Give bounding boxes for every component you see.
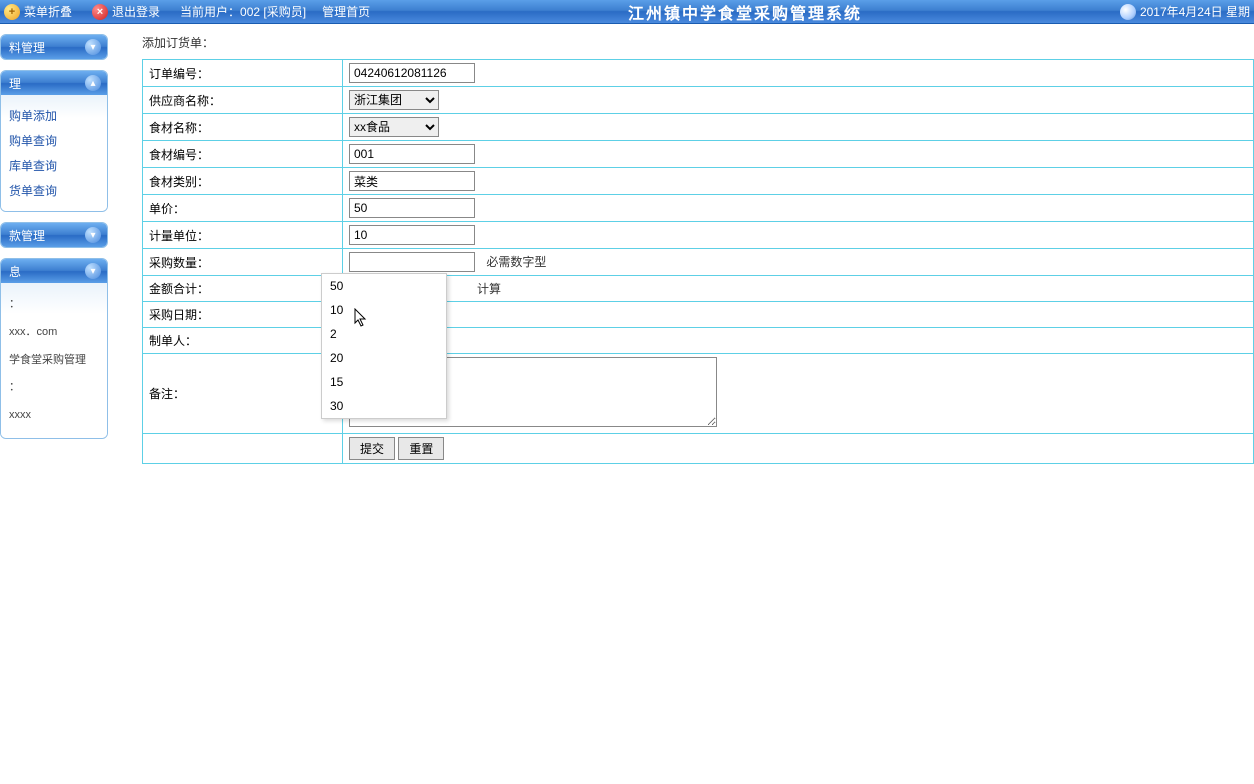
unit-input[interactable] [349, 225, 475, 245]
label-unit-price: 单价： [143, 195, 343, 222]
unit-price-input[interactable] [349, 198, 475, 218]
autocomplete-option[interactable]: 2 [322, 322, 446, 346]
label-remark: 备注： [143, 354, 343, 434]
autocomplete-option[interactable]: 10 [322, 298, 446, 322]
logout-button[interactable]: × 退出登录 [92, 3, 160, 20]
info-line: 学食堂采购管理 [7, 347, 101, 375]
sidebar-item[interactable]: 货单查询 [7, 178, 101, 203]
label-order-no: 订单编号： [143, 60, 343, 87]
date-label: 2017年4月24日 星期 [1140, 3, 1250, 20]
sidebar-panel-manage: 理 ▴ 购单添加 购单查询 库单查询 货单查询 [0, 70, 108, 212]
supplier-select[interactable]: 浙江集团 [349, 90, 439, 110]
topbar: + 菜单折叠 × 退出登录 当前用户：002 [采购员] 管理首页 江州镇中学食… [0, 0, 1254, 24]
autocomplete-option[interactable]: 20 [322, 346, 446, 370]
reset-button[interactable]: 重置 [398, 437, 444, 460]
info-line: xxx．com [7, 319, 101, 347]
qty-hint: 必需数字型 [486, 255, 546, 269]
label-qty: 采购数量： [143, 249, 343, 276]
food-no-input[interactable] [349, 144, 475, 164]
order-form: 订单编号： 供应商名称： 浙江集团 食材名称： xx食品 食材编号： 食材类别：… [142, 59, 1254, 464]
sidebar-panel-material: 料管理 ▾ [0, 34, 108, 60]
panel-title: 理 [9, 75, 21, 92]
autocomplete-option[interactable]: 15 [322, 370, 446, 394]
qty-autocomplete: 50 10 2 20 15 30 [321, 273, 447, 419]
chevron-down-icon: ▾ [85, 227, 101, 243]
chevron-down-icon: ▾ [85, 263, 101, 279]
label-food-no: 食材编号： [143, 141, 343, 168]
current-user-label: 当前用户：002 [采购员] [180, 3, 306, 20]
menu-toggle-button[interactable]: + 菜单折叠 [4, 3, 72, 20]
page-title: 添加订货单： [142, 34, 1254, 51]
food-name-select[interactable]: xx食品 [349, 117, 439, 137]
disc-icon [1120, 4, 1136, 20]
sidebar-item[interactable]: 购单查询 [7, 128, 101, 153]
qty-input[interactable] [349, 252, 475, 272]
sidebar-panel-info: 息 ▾ ： xxx．com 学食堂采购管理 ： xxxx [0, 258, 108, 439]
autocomplete-option[interactable]: 30 [322, 394, 446, 418]
label-purchase-date: 采购日期： [143, 302, 343, 328]
panel-header-manage[interactable]: 理 ▴ [1, 71, 107, 95]
chevron-down-icon: ▾ [85, 39, 101, 55]
logout-label: 退出登录 [112, 3, 160, 20]
chevron-up-icon: ▴ [85, 75, 101, 91]
menu-toggle-label: 菜单折叠 [24, 3, 72, 20]
order-no-input[interactable] [349, 63, 475, 83]
food-type-input[interactable] [349, 171, 475, 191]
submit-button[interactable]: 提交 [349, 437, 395, 460]
total-hint: 计算 [477, 282, 501, 296]
sidebar-item[interactable]: 库单查询 [7, 153, 101, 178]
label-total: 金额合计： [143, 276, 343, 302]
panel-title: 息 [9, 263, 21, 280]
label-unit: 计量单位： [143, 222, 343, 249]
panel-header-material[interactable]: 料管理 ▾ [1, 35, 107, 59]
close-icon: × [92, 4, 108, 20]
label-food-type: 食材类别： [143, 168, 343, 195]
label-supplier: 供应商名称： [143, 87, 343, 114]
autocomplete-option[interactable]: 50 [322, 274, 446, 298]
panel-title: 款管理 [9, 227, 45, 244]
label-creator: 制单人： [143, 328, 343, 354]
sidebar-item[interactable]: 购单添加 [7, 103, 101, 128]
panel-title: 料管理 [9, 39, 45, 56]
panel-header-payment[interactable]: 款管理 ▾ [1, 223, 107, 247]
admin-home-link[interactable]: 管理首页 [322, 3, 370, 20]
label-food-name: 食材名称： [143, 114, 343, 141]
info-line: ： [7, 374, 101, 402]
info-line: ： [7, 291, 101, 319]
system-title: 江州镇中学食堂采购管理系统 [370, 0, 1120, 24]
sidebar: 料管理 ▾ 理 ▴ 购单添加 购单查询 库单查询 货单查询 款管理 ▾ [0, 24, 108, 464]
panel-header-info[interactable]: 息 ▾ [1, 259, 107, 283]
info-line: xxxx [7, 402, 101, 430]
sidebar-panel-payment: 款管理 ▾ [0, 222, 108, 248]
main-content: 添加订货单： 订单编号： 供应商名称： 浙江集团 食材名称： xx食品 食材编号… [108, 24, 1254, 464]
plus-icon: + [4, 4, 20, 20]
